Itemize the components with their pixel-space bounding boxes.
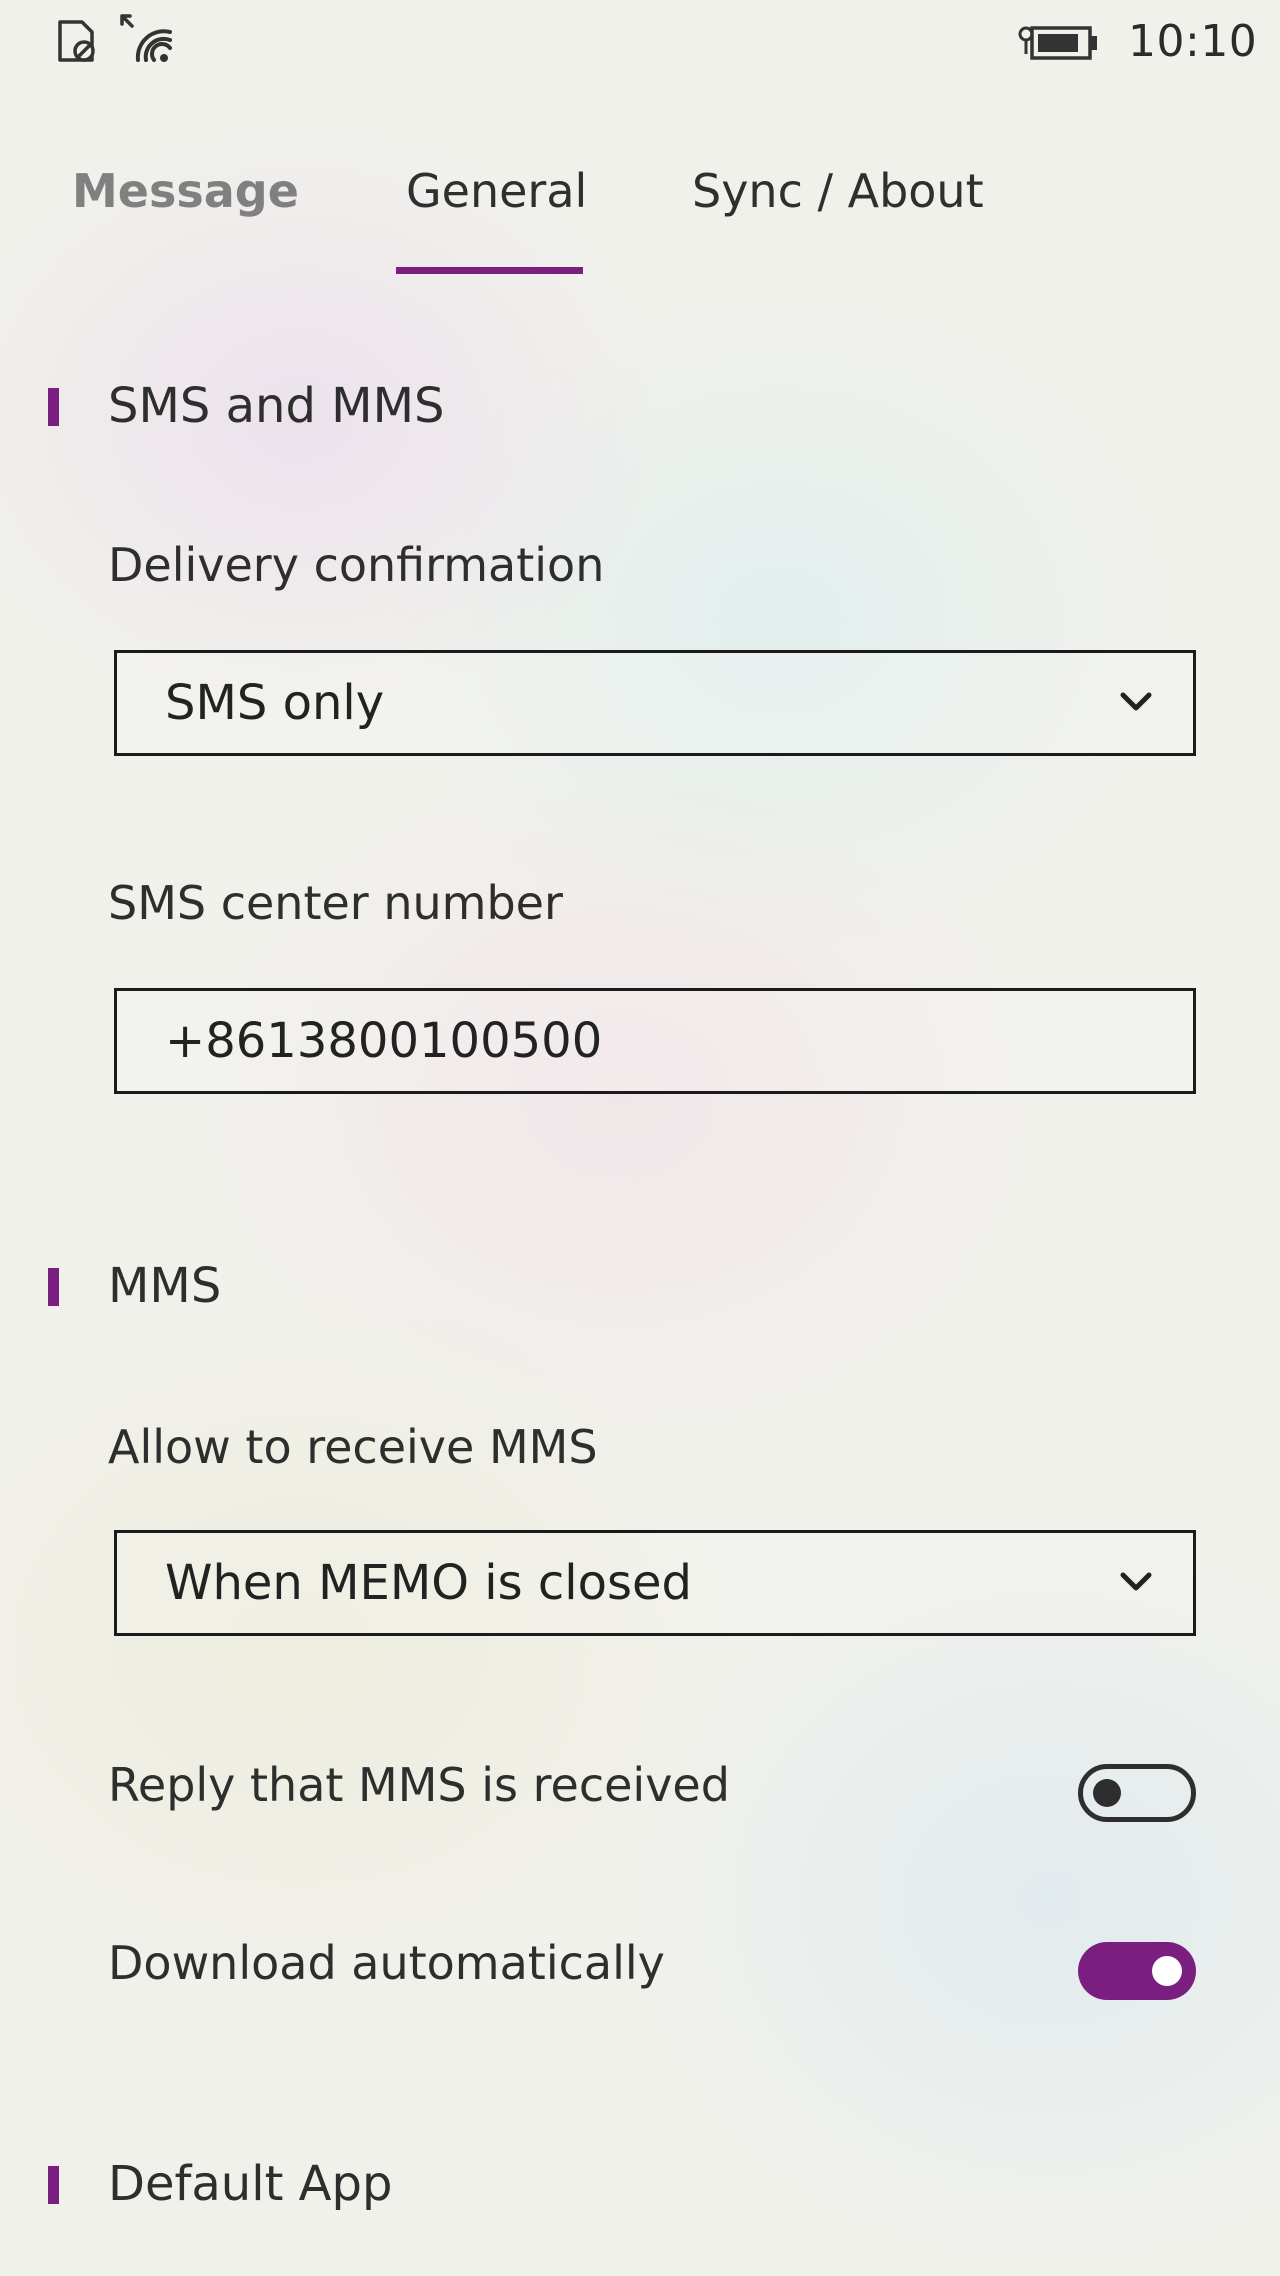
sms-center-number-label: SMS center number: [108, 876, 563, 930]
dropdown-value: SMS only: [165, 675, 385, 731]
sim-icon: [58, 20, 95, 62]
section-accent-bar: [48, 2166, 59, 2204]
download-automatically-toggle[interactable]: [1078, 1942, 1196, 2000]
delivery-confirmation-label: Delivery confirmation: [108, 538, 605, 592]
settings-tabs: Message General Sync / About: [0, 150, 1280, 280]
sms-center-number-input[interactable]: +8613800100500: [114, 988, 1196, 1094]
input-value: +8613800100500: [165, 1013, 603, 1069]
toggle-knob: [1093, 1779, 1121, 1807]
allow-receive-mms-label: Allow to receive MMS: [108, 1420, 598, 1474]
reply-mms-received-label: Reply that MMS is received: [108, 1758, 730, 1812]
tab-general[interactable]: General: [406, 164, 587, 218]
clock: 10:10: [1128, 16, 1258, 67]
dropdown-value: When MEMO is closed: [165, 1555, 692, 1611]
reply-mms-received-toggle[interactable]: [1078, 1764, 1196, 1822]
delivery-confirmation-dropdown[interactable]: SMS only: [114, 650, 1196, 756]
tab-message[interactable]: Message: [72, 164, 299, 218]
download-automatically-label: Download automatically: [108, 1936, 665, 1990]
toggle-knob: [1152, 1956, 1182, 1986]
selected-tab-indicator: [396, 267, 583, 274]
battery-icon: [1018, 26, 1097, 60]
section-title: Default App: [108, 2156, 393, 2212]
tab-sync-about[interactable]: Sync / About: [692, 164, 984, 218]
allow-receive-mms-dropdown[interactable]: When MEMO is closed: [114, 1530, 1196, 1636]
signal-icon: [120, 14, 172, 62]
chevron-down-icon: [1120, 692, 1152, 711]
section-accent-bar: [48, 388, 59, 426]
section-title: SMS and MMS: [108, 378, 445, 434]
section-title: MMS: [108, 1258, 222, 1314]
section-accent-bar: [48, 1268, 59, 1306]
status-bar: 10:10: [0, 0, 1280, 84]
chevron-down-icon: [1120, 1572, 1152, 1591]
